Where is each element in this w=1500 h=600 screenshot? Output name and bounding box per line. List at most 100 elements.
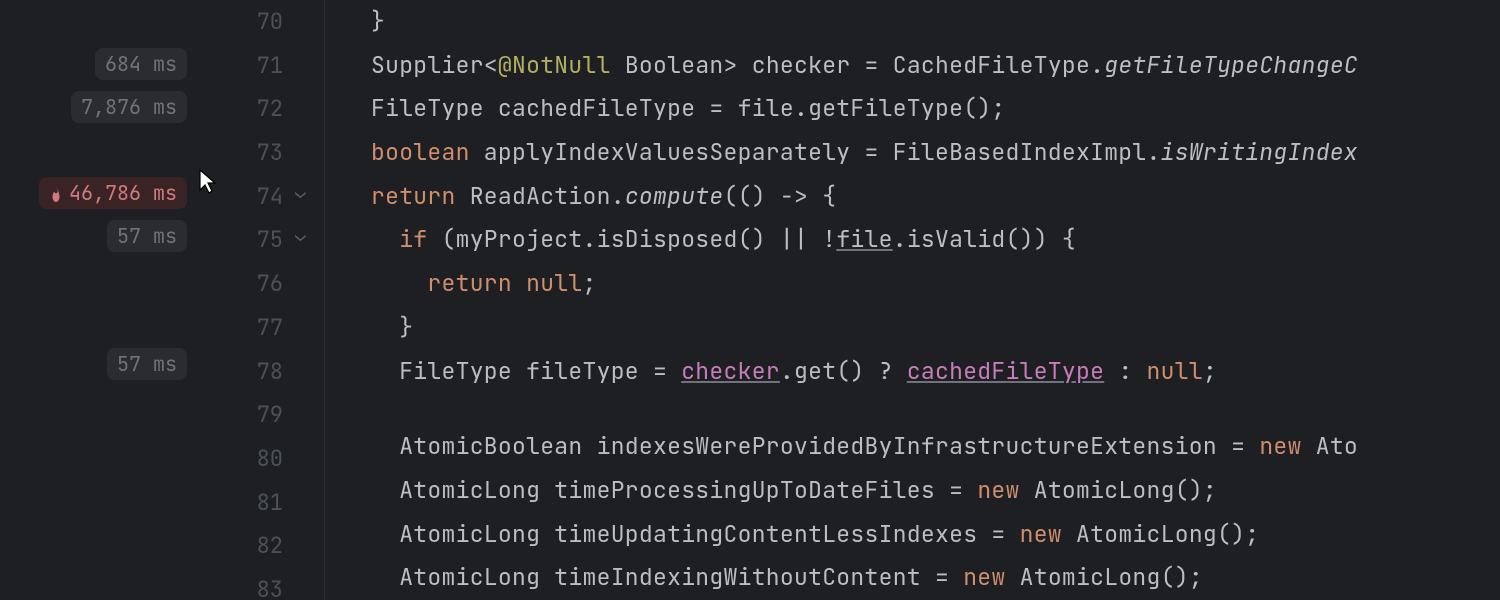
code-line[interactable]: FileType cachedFileType = file.getFileTy… (325, 87, 1500, 131)
line-number[interactable]: 72 (195, 87, 295, 131)
code-text: applyIndexValuesSeparately = FileBasedIn… (470, 137, 1161, 167)
hint-row: 46,786 ms (0, 171, 195, 214)
fold-gutter: ⌄ ⌄ (295, 0, 325, 600)
keyword: return (371, 181, 456, 211)
static-call: isWritingIndex (1161, 137, 1358, 167)
code-text: FileType fileType = (399, 356, 681, 386)
hint-row: 57 ms (0, 214, 195, 257)
code-text: Boolean> checker = CachedFileType. (611, 50, 1105, 80)
inlay-hints-gutter: 684 ms 7,876 ms 46,786 ms 57 ms 57 ms (0, 0, 195, 600)
line-number[interactable]: 82 (195, 524, 295, 568)
hint-row (0, 300, 195, 343)
perf-hint-label: 46,786 ms (69, 180, 177, 206)
code-line[interactable]: boolean applyIndexValuesSeparately = Fil… (325, 131, 1500, 175)
perf-hint[interactable]: 7,876 ms (71, 91, 187, 123)
code-text: FileType cachedFileType = file.getFileTy… (371, 93, 1006, 123)
code-line[interactable]: Supplier<@NotNull Boolean> checker = Cac… (325, 44, 1500, 88)
code-line[interactable]: if (myProject.isDisposed() || !file.isVa… (325, 218, 1500, 262)
code-line[interactable]: AtomicBoolean indexesWereProvidedByInfra… (325, 425, 1500, 469)
line-number[interactable]: 77 (195, 306, 295, 350)
perf-hint[interactable]: 57 ms (107, 348, 187, 380)
code-line[interactable]: AtomicLong timeProcessingUpToDateFiles =… (325, 469, 1500, 513)
perf-hint-label: 7,876 ms (81, 94, 177, 120)
static-call: compute (625, 181, 724, 211)
line-number[interactable]: 78 (195, 350, 295, 394)
code-line[interactable]: AtomicLong timeIndexingWithoutContent = … (325, 556, 1500, 600)
code-text-area[interactable]: } Supplier<@NotNull Boolean> checker = C… (325, 0, 1500, 600)
line-number[interactable]: 79 (195, 393, 295, 437)
code-line[interactable]: return ReadAction.compute(() -> { (325, 175, 1500, 219)
code-text: ReadAction. (456, 181, 625, 211)
keyword: new (977, 475, 1019, 505)
code-text: AtomicLong timeUpdatingContentLessIndexe… (399, 519, 1019, 549)
line-number[interactable]: 73 (195, 131, 295, 175)
hint-row (0, 514, 195, 557)
fold-marker-slot (295, 43, 324, 86)
variable-reference: file (836, 224, 892, 254)
static-call: getFileTypeChangeC (1104, 50, 1358, 80)
code-text: Supplier< (371, 50, 498, 80)
fold-marker-slot (295, 514, 324, 557)
perf-hint-label: 57 ms (117, 351, 177, 377)
line-number[interactable]: 75 (195, 218, 295, 262)
code-text: : (1104, 356, 1146, 386)
brace: } (399, 312, 413, 342)
perf-hint-hot[interactable]: 46,786 ms (39, 177, 187, 209)
code-text: (() -> { (724, 181, 837, 211)
code-text: AtomicLong(); (1062, 519, 1259, 549)
fold-marker-slot (295, 86, 324, 129)
keyword: if (399, 224, 427, 254)
brace: } (371, 6, 385, 36)
code-text: ; (1203, 356, 1217, 386)
chevron-down-icon: ⌄ (295, 181, 306, 204)
hint-row (0, 386, 195, 429)
hint-row (0, 429, 195, 472)
hint-row (0, 257, 195, 300)
flame-icon (49, 184, 63, 202)
fold-marker-slot (295, 343, 324, 386)
chevron-down-icon: ⌄ (295, 224, 306, 247)
perf-hint[interactable]: 57 ms (107, 220, 187, 252)
line-number-gutter: 70 71 72 73 74 75 76 77 78 79 80 81 82 8… (195, 0, 295, 600)
variable-reference: checker (681, 356, 780, 386)
annotation: @NotNull (498, 50, 611, 80)
code-text: ; (583, 268, 597, 298)
fold-marker-slot (295, 129, 324, 172)
fold-marker[interactable]: ⌄ (295, 171, 324, 214)
code-editor: 684 ms 7,876 ms 46,786 ms 57 ms 57 ms (0, 0, 1500, 600)
code-line[interactable]: FileType fileType = checker.get() ? cach… (325, 350, 1500, 394)
hint-row (0, 129, 195, 172)
code-text: AtomicLong(); (1006, 562, 1203, 592)
line-number[interactable]: 70 (195, 0, 295, 44)
code-text: .get() ? (780, 356, 907, 386)
line-number[interactable]: 74 (195, 175, 295, 219)
code-line[interactable] (325, 393, 1500, 425)
code-line[interactable]: } (325, 0, 1500, 44)
code-line[interactable]: return null; (325, 262, 1500, 306)
code-line[interactable]: } (325, 306, 1500, 350)
fold-marker-slot (295, 257, 324, 300)
line-number[interactable]: 81 (195, 481, 295, 525)
keyword: new (1259, 431, 1301, 461)
hint-row: 684 ms (0, 43, 195, 86)
hint-row (0, 0, 195, 43)
line-number[interactable]: 76 (195, 262, 295, 306)
fold-marker[interactable]: ⌄ (295, 214, 324, 257)
fold-marker-slot (295, 386, 324, 429)
perf-hint-label: 684 ms (105, 51, 177, 77)
fold-marker-slot (295, 557, 324, 600)
code-line[interactable]: AtomicLong timeUpdatingContentLessIndexe… (325, 513, 1500, 557)
fold-marker-slot (295, 471, 324, 514)
keyword: null (526, 268, 582, 298)
code-text: AtomicLong timeIndexingWithoutContent = (399, 562, 963, 592)
variable-reference: cachedFileType (907, 356, 1104, 386)
perf-hint[interactable]: 684 ms (95, 48, 187, 80)
line-number[interactable]: 80 (195, 437, 295, 481)
line-number[interactable]: 83 (195, 568, 295, 600)
line-number[interactable]: 71 (195, 44, 295, 88)
code-text: (myProject.isDisposed() || ! (427, 224, 836, 254)
hint-row: 7,876 ms (0, 86, 195, 129)
fold-marker-slot (295, 300, 324, 343)
hint-row: 57 ms (0, 343, 195, 386)
code-text: AtomicLong(); (1020, 475, 1217, 505)
